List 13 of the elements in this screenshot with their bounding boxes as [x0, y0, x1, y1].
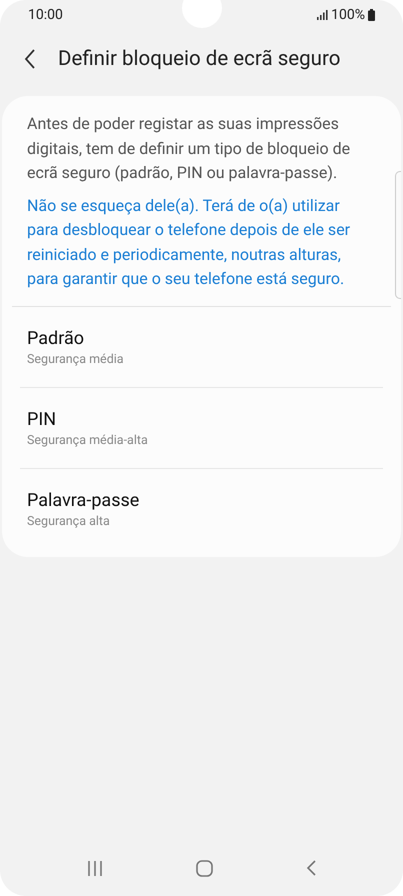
- home-icon[interactable]: [196, 860, 213, 876]
- intro-text: Antes de poder registar as suas impressões digitais, tem de definir um tipo de bloqueio de ecrã seguro (padrão, PIN ou palavra-passe).: [27, 113, 352, 184]
- lock-option[interactable]: Palavra-passe Segurança alta: [20, 468, 383, 548]
- battery-level: 100%: [331, 7, 365, 23]
- signal-icon: [317, 10, 328, 20]
- lock-option[interactable]: PIN Segurança média-alta: [20, 388, 383, 468]
- recent-apps-icon[interactable]: [86, 860, 103, 876]
- battery-icon: [368, 9, 375, 21]
- clock: 10:00: [28, 7, 63, 23]
- page-title: Definir bloqueio de ecrã seguro: [58, 47, 340, 71]
- back-icon[interactable]: [306, 860, 316, 876]
- lock-option[interactable]: Padrão Segurança média: [20, 306, 383, 388]
- warning-text: Não se esqueça dele(a). Terá de o(a) utilizar para desbloquear o telefone depois de ele ser reiniciado e periodicamente, noutras alturas, para garantir que o seu telefone está seguro.: [27, 194, 352, 290]
